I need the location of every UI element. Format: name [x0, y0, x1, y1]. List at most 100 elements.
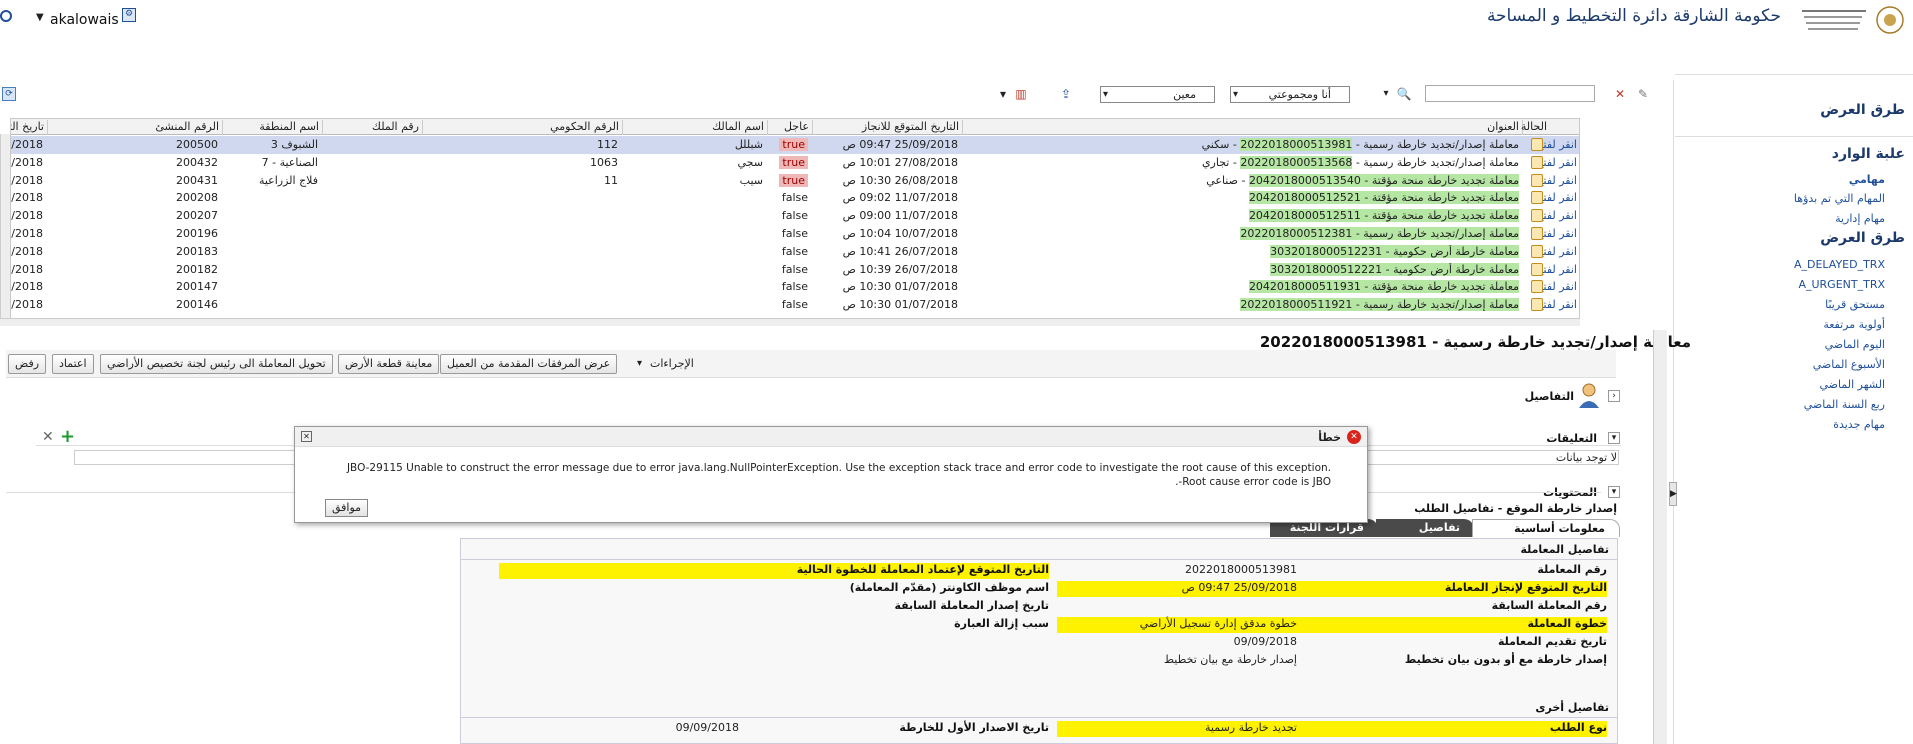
- close-dialog-icon[interactable]: ✕: [301, 431, 312, 442]
- table-row[interactable]: انقر لفتح معاملة تجديد خارطة منحة مؤقتة -…: [11, 278, 1579, 296]
- error-dialog-header: [295, 427, 1367, 447]
- table-row[interactable]: انقر لفتح معاملة خارطة أرض حكومية - 30320…: [11, 243, 1579, 261]
- detail-title: معاملة إصدار/تجديد خارطة رسمية - 2022018…: [1259, 333, 1691, 351]
- nav-divider: [1675, 136, 1913, 137]
- col-header-state[interactable]: الحالة: [1521, 120, 1550, 135]
- table-row[interactable]: انقر لفتح معاملة إصدار/تجديد خارطة رسمية …: [11, 154, 1579, 172]
- reject-button[interactable]: رفض: [8, 354, 47, 374]
- username-label[interactable]: akalowais: [50, 12, 119, 28]
- search-options-chevron-icon[interactable]: ▾: [1378, 86, 1394, 102]
- error-icon: ✕: [1347, 430, 1361, 444]
- counter-employee-row: اسم موظف الكاونتر (مقدّم المعاملة): [499, 581, 1049, 597]
- nav-filter-delayed[interactable]: A_DELAYED_TRX: [1794, 258, 1885, 271]
- nav-filter-last-week[interactable]: الأسبوع الماضي: [1813, 358, 1885, 371]
- table-row[interactable]: انقر لفتح معاملة تجديد خارطة منحة مؤقتة -…: [11, 172, 1579, 190]
- details-collapse-icon[interactable]: ›: [1608, 390, 1620, 402]
- nav-collapse-handle[interactable]: ▶: [1669, 482, 1677, 506]
- step-label: خطوة المعاملة: [1527, 617, 1607, 630]
- nav-filter-high-priority[interactable]: أولوية مرتفعة: [1823, 318, 1885, 331]
- divider: [1675, 74, 1913, 75]
- table-row[interactable]: انقر لفتح معاملة إصدار/تجديد خارطة رسمية …: [11, 225, 1579, 243]
- assignment-filter-select[interactable]: أنا ومجموعتي: [1230, 86, 1350, 103]
- nav-admin-tasks[interactable]: مهام إدارية: [1835, 212, 1885, 225]
- views-heading-2: طرق العرض: [1820, 230, 1905, 246]
- task-state-icon: [1531, 191, 1543, 205]
- approve-button[interactable]: اعتماد: [52, 354, 94, 374]
- ok-button[interactable]: موافق: [325, 499, 369, 517]
- task-title-highlight: معاملة خارطة أرض حكومية - 30320180005122…: [1270, 262, 1519, 276]
- col-header-title[interactable]: العنوان: [962, 120, 1522, 135]
- search-icon[interactable]: 🔍: [1396, 86, 1412, 102]
- cell-assign-date: 24/06/2018 10:39 ص: [11, 262, 43, 276]
- chart-view-icon[interactable]: ▥: [1013, 86, 1029, 102]
- col-header-gov-no[interactable]: الرقم الحكومي: [422, 120, 622, 135]
- government-logo: [1798, 2, 1908, 38]
- nav-my-tasks[interactable]: مهامي: [1849, 173, 1885, 186]
- task-title: معاملة تجديد خارطة منحة مؤقتة - 20420180…: [1206, 173, 1519, 187]
- search-input[interactable]: [1425, 85, 1595, 102]
- nav-filter-last-day[interactable]: اليوم الماضي: [1825, 338, 1885, 351]
- table-row[interactable]: انقر لفتح معاملة إصدار/تجديد خارطة رسمية …: [11, 296, 1579, 314]
- nav-filter-urgent[interactable]: A_URGENT_TRX: [1798, 278, 1885, 291]
- tab-request[interactable]: تفاصيل الطلب: [1376, 519, 1474, 552]
- table-row[interactable]: انقر لفتح معاملة خارطة أرض حكومية - 30320…: [11, 261, 1579, 279]
- other-section-heading: تفاصيل أخرى: [1535, 701, 1609, 714]
- tab-basic[interactable]: معلومات أساسية: [1472, 519, 1620, 537]
- actions-chevron-icon[interactable]: ▾: [637, 358, 642, 369]
- col-header-due[interactable]: التاريخ المتوقع للانجاز: [812, 120, 962, 135]
- table-row[interactable]: انقر لفتح معاملة إصدار/تجديد خارطة رسمية …: [11, 136, 1579, 154]
- cell-gov-no: 112: [597, 138, 618, 151]
- cell-gov-no: 1063: [590, 155, 618, 169]
- cell-assign-date: 25/06/2018 01:03 م: [11, 191, 43, 205]
- cell-due: 25/09/2018 09:47 ص: [842, 138, 958, 151]
- removal-reason-label: سبب إزالة العبارة: [954, 617, 1049, 630]
- request-type-label: نوع الطلب: [1549, 721, 1607, 734]
- task-title: معاملة إصدار/تجديد خارطة رسمية - 2022018…: [1240, 227, 1519, 240]
- contents-collapse-icon[interactable]: ▾: [1608, 486, 1620, 498]
- table-hscrollbar[interactable]: [0, 318, 1580, 326]
- nav-initiated-tasks[interactable]: المهام التي تم بدؤها: [1794, 192, 1885, 205]
- delete-comment-icon[interactable]: ✕: [42, 429, 54, 445]
- submit-date-label: تاريخ تقديم المعاملة: [1497, 635, 1607, 648]
- task-title-prefix: معاملة إصدار/تجديد خارطة رسمية -: [1352, 138, 1519, 151]
- no-data-text: لا توجد بيانات: [1555, 451, 1617, 464]
- add-comment-icon[interactable]: +: [60, 426, 75, 447]
- col-header-assign-date[interactable]: تاريخ التعيين: [11, 120, 47, 135]
- cell-due: 10/07/2018 10:04 ص: [842, 227, 958, 240]
- export-icon[interactable]: ⇪: [1058, 86, 1074, 102]
- col-header-area[interactable]: اسم المنطقة: [222, 120, 322, 135]
- table-scrollbar[interactable]: [0, 134, 10, 320]
- table-row[interactable]: انقر لفتح معاملة تجديد خارطة منحة مؤقتة -…: [11, 189, 1579, 207]
- reset-filter-icon[interactable]: ✎: [1635, 86, 1651, 102]
- col-header-property-no[interactable]: رقم الملك: [322, 120, 422, 135]
- col-header-facility-no[interactable]: الرقم المنشئ: [47, 120, 222, 135]
- user-avatar-icon: [1578, 382, 1600, 408]
- expected-approval-label: التاريخ المتوقع لإعتماد المعاملة للخطوة …: [796, 563, 1049, 576]
- inspect-land-button[interactable]: معاينة قطعة الأرض: [338, 354, 440, 374]
- task-title-highlight: 2022018000513981: [1240, 138, 1353, 151]
- col-header-owner[interactable]: اسم المالك: [622, 120, 767, 135]
- help-icon[interactable]: ⚙: [122, 8, 136, 22]
- nav-filter-due-soon[interactable]: مستحق قريبًا: [1825, 298, 1885, 311]
- user-menu-chevron-icon[interactable]: ▼: [36, 12, 44, 23]
- table-row[interactable]: انقر لفتح معاملة تجديد خارطة منحة مؤقتة -…: [11, 207, 1579, 225]
- task-state-icon: [1531, 244, 1543, 258]
- refresh-icon[interactable]: ⟳: [2, 87, 16, 101]
- transaction-panel: تفاصيل المعاملة رقم المعاملة 20220180005…: [460, 538, 1618, 744]
- status-filter-select[interactable]: معين: [1100, 86, 1215, 103]
- actions-menu[interactable]: الإجراءات: [650, 357, 694, 370]
- prev-trx-label: رقم المعاملة السابقة: [1491, 599, 1607, 612]
- cell-due: 11/07/2018 09:02 ص: [842, 191, 958, 205]
- clear-filter-icon[interactable]: ✕: [1612, 86, 1628, 102]
- transfer-committee-button[interactable]: تحويل المعاملة الى رئيس لجنة تخصيص الأرا…: [100, 354, 333, 374]
- detail-scrollbar[interactable]: [1653, 330, 1667, 744]
- cell-assign-date: 08/08/2018 04:03 م: [11, 173, 43, 187]
- cell-urgent: false: [781, 262, 808, 276]
- task-title-suffix: - صناعي: [1206, 173, 1249, 187]
- nav-filter-last-quarter[interactable]: ربع السنة الماضي: [1804, 398, 1885, 411]
- nav-filter-new-tasks[interactable]: مهام جديدة: [1833, 418, 1885, 431]
- sort-dropdown-icon[interactable]: ▾: [995, 86, 1011, 102]
- nav-filter-last-month[interactable]: الشهر الماضي: [1820, 378, 1885, 391]
- view-attachments-button[interactable]: عرض المرفقات المقدمة من العميل: [440, 354, 618, 374]
- col-header-urgent[interactable]: عاجل: [767, 120, 812, 135]
